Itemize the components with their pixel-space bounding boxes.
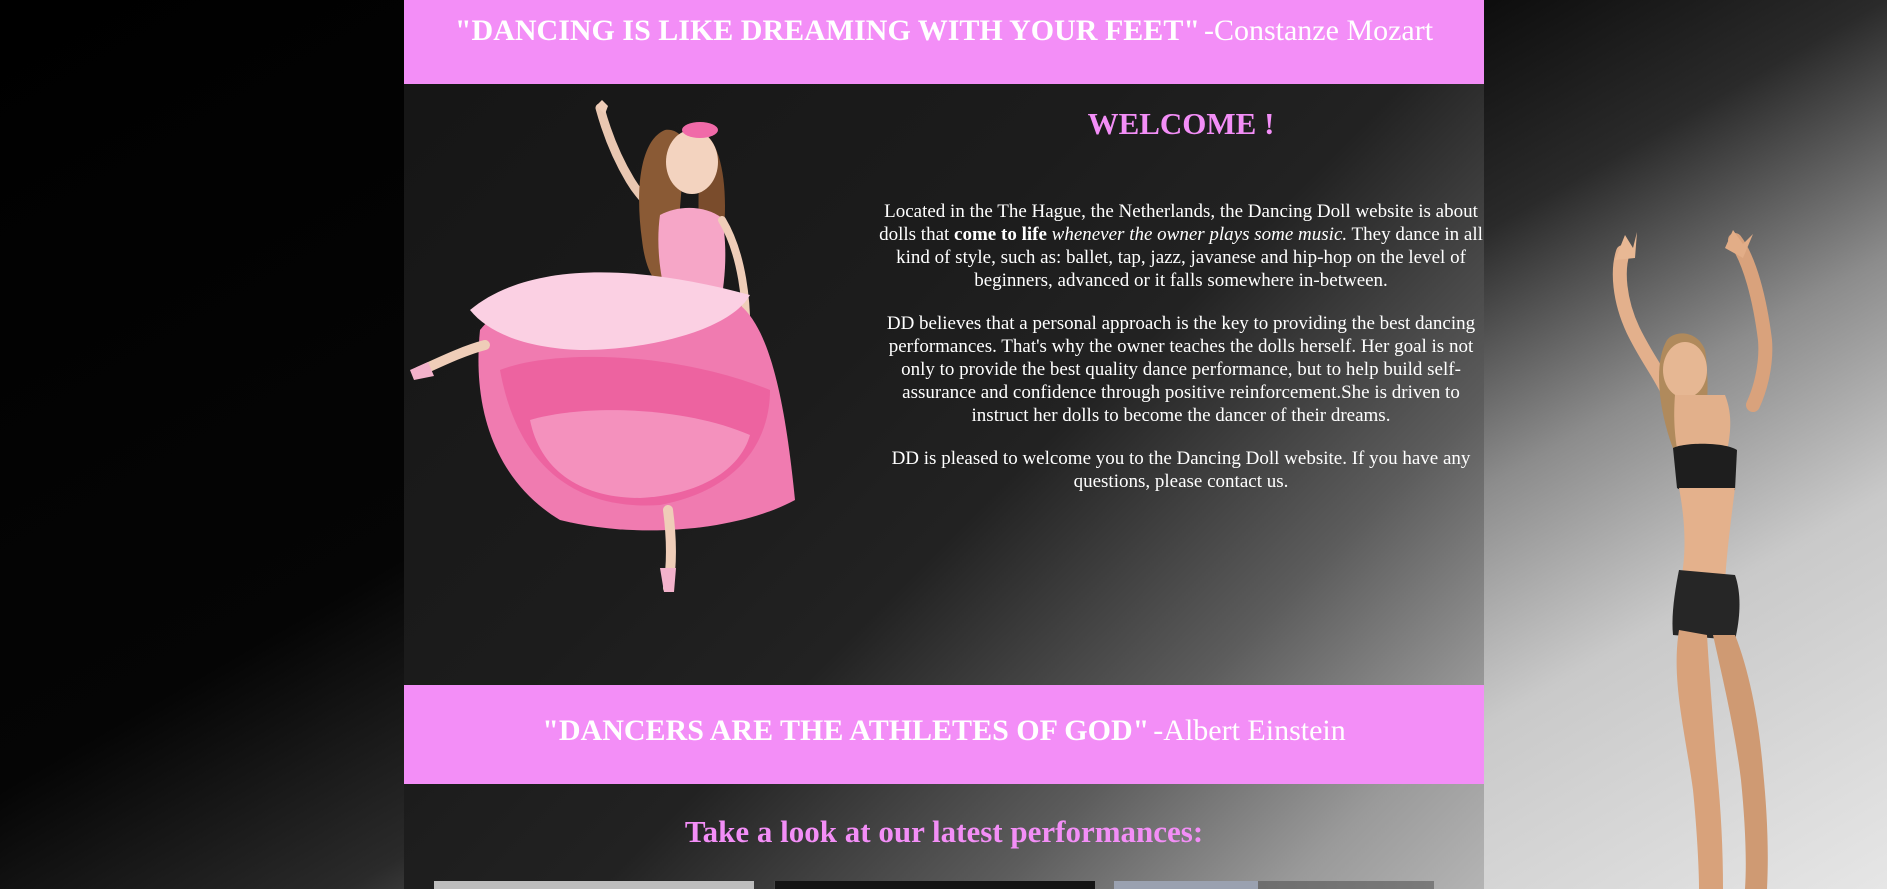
- performance-thumbnail[interactable]: [1114, 881, 1434, 889]
- welcome-paragraph-1: Located in the The Hague, the Netherland…: [876, 200, 1486, 292]
- mid-quote-banner: "DANCERS ARE THE ATHLETES OF GOD" -Alber…: [404, 685, 1484, 784]
- main-content-panel: "DANCING IS LIKE DREAMING WITH YOUR FEET…: [404, 0, 1484, 889]
- top-quote-text: "DANCING IS LIKE DREAMING WITH YOUR FEET…: [454, 14, 1200, 47]
- welcome-p1-bold: come to life: [954, 224, 1047, 245]
- performances-heading: Take a look at our latest performances:: [684, 814, 1204, 849]
- ballerina-doll-image: [410, 100, 795, 592]
- mid-quote-author: -Albert Einstein: [1153, 714, 1346, 747]
- performance-thumbnail[interactable]: [774, 881, 1095, 889]
- performance-thumbnail[interactable]: [434, 881, 754, 889]
- side-dancer-image: [1612, 230, 1773, 889]
- welcome-heading: WELCOME !: [1087, 106, 1275, 141]
- top-quote-banner: "DANCING IS LIKE DREAMING WITH YOUR FEET…: [404, 0, 1484, 84]
- welcome-paragraph-2: DD believes that a personal approach is …: [886, 313, 1476, 426]
- welcome-section: WELCOME ! Located in the The Hague, the …: [876, 104, 1486, 513]
- mid-quote-text: "DANCERS ARE THE ATHLETES OF GOD": [542, 714, 1150, 747]
- welcome-paragraph-3: DD is pleased to welcome you to the Danc…: [891, 448, 1471, 492]
- top-quote-author: -Constanze Mozart: [1203, 14, 1434, 47]
- welcome-p1-italic: whenever the owner plays some music.: [1051, 224, 1348, 245]
